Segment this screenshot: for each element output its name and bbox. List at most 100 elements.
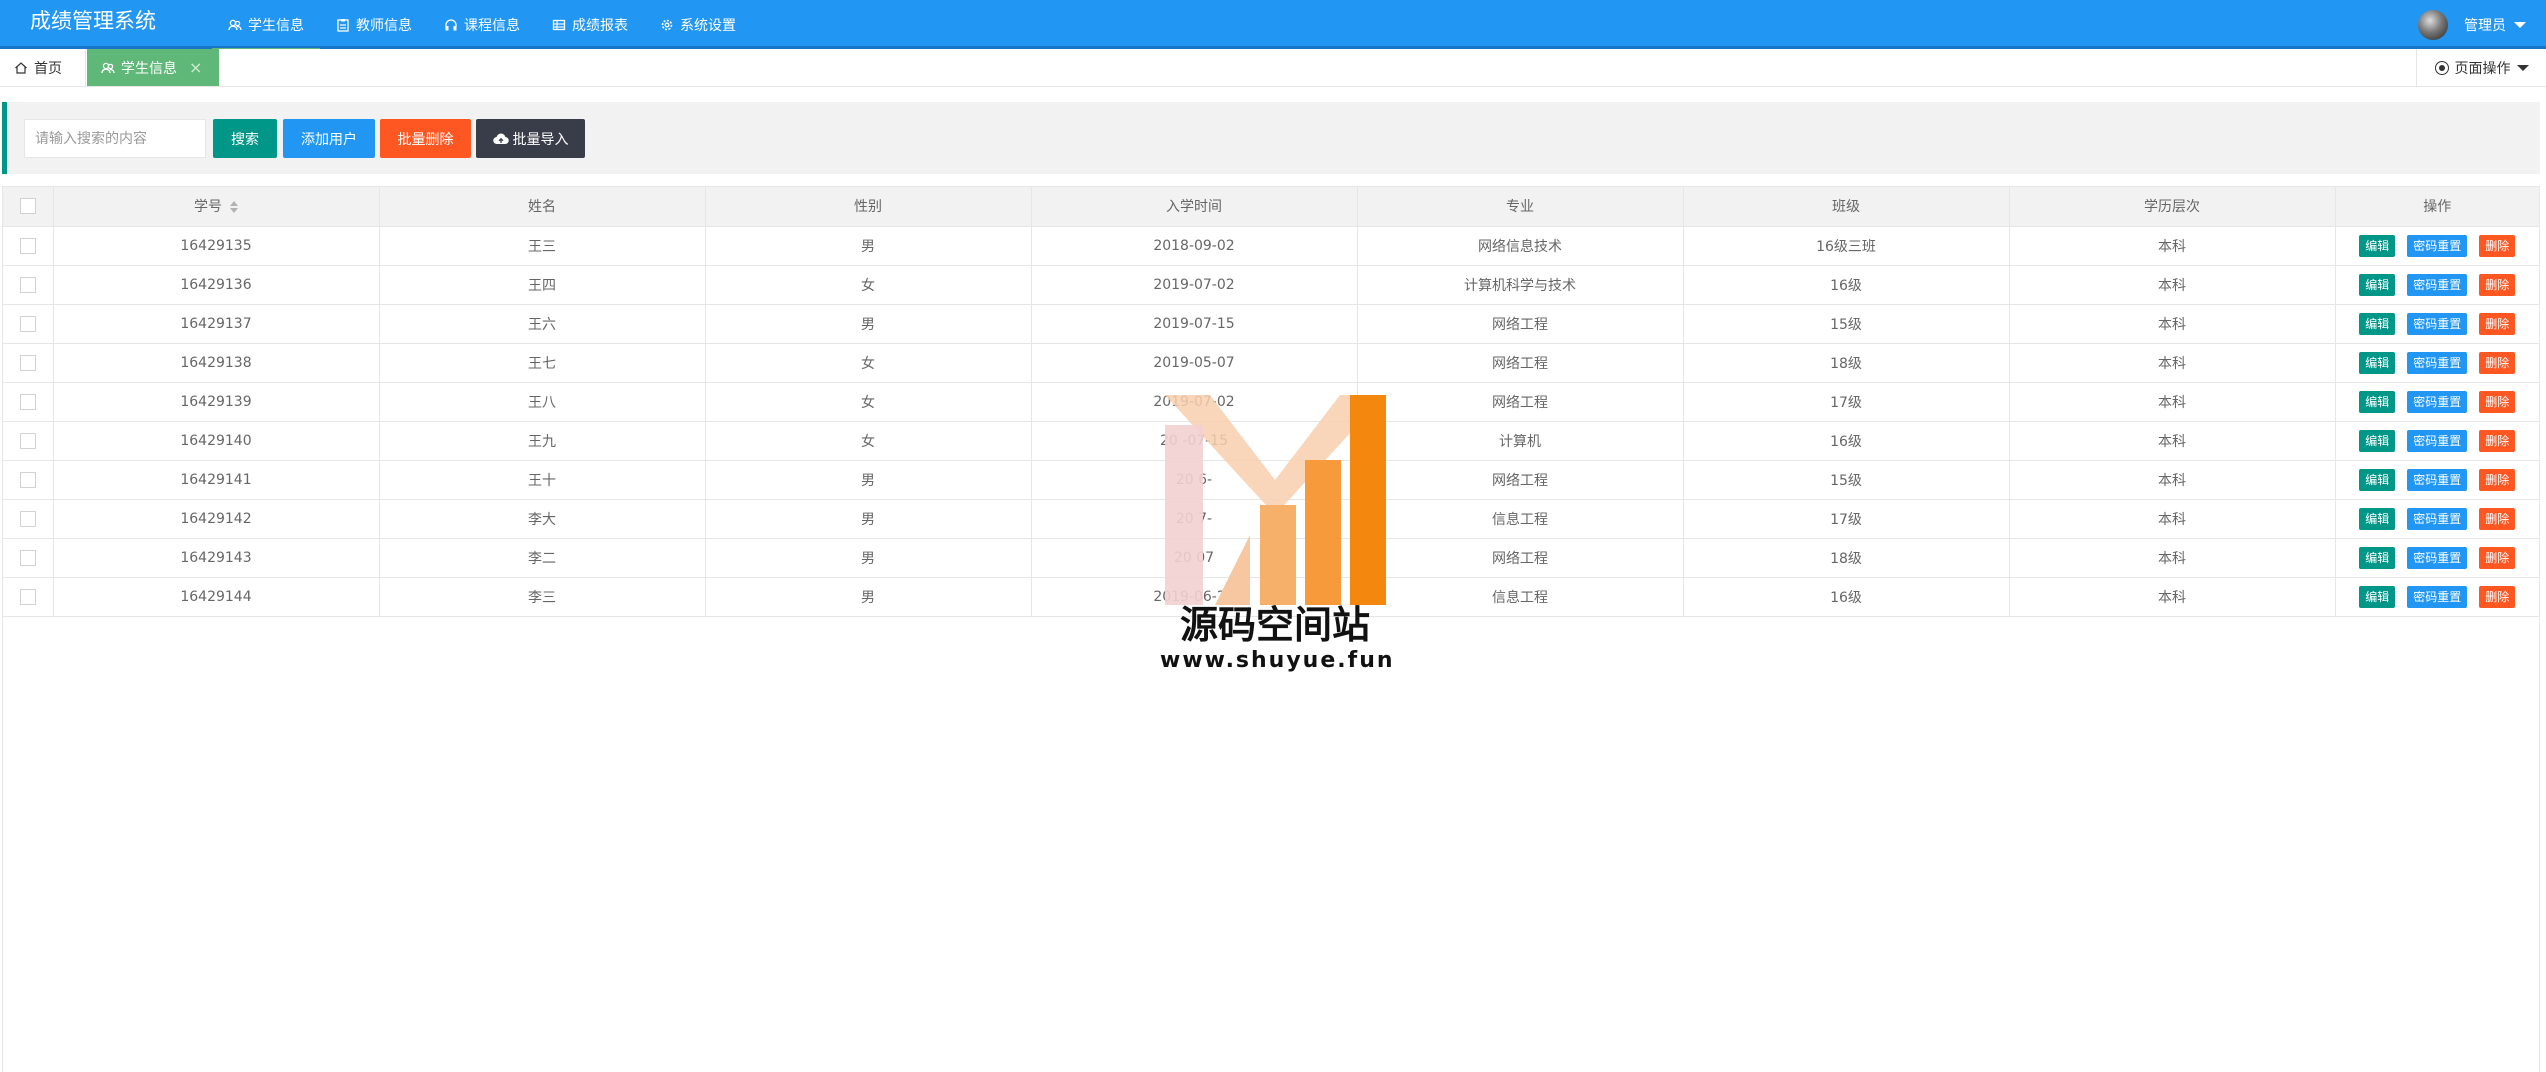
cell-class: 18级 (1683, 538, 2010, 578)
delete-button[interactable]: 删除 (2479, 273, 2516, 296)
cell-gender: 女 (705, 382, 1032, 422)
nav-item-courses[interactable]: 课程信息 (428, 0, 536, 49)
delete-button[interactable]: 删除 (2479, 507, 2516, 530)
cell-name: 王六 (379, 304, 706, 344)
row-checkbox[interactable] (19, 354, 36, 371)
row-checkbox[interactable] (19, 315, 36, 332)
sort-icon[interactable] (230, 201, 238, 214)
cell-class: 18级 (1683, 343, 2010, 383)
cell-date: 2019-05-07 (1031, 343, 1358, 383)
reset-password-button[interactable]: 密码重置 (2407, 585, 2468, 608)
cell-gender: 男 (705, 226, 1032, 266)
reset-password-button[interactable]: 密码重置 (2407, 312, 2468, 335)
edit-button[interactable]: 编辑 (2359, 468, 2396, 491)
row-checkbox[interactable] (19, 510, 36, 527)
reset-password-button[interactable]: 密码重置 (2407, 468, 2468, 491)
nav-item-reports[interactable]: 成绩报表 (536, 0, 644, 49)
add-user-button[interactable]: 添加用户 (283, 119, 375, 158)
nav-item-students[interactable]: 学生信息 (212, 0, 320, 52)
cell-major: 网络工程 (1357, 343, 1684, 383)
row-select-cell (3, 226, 54, 266)
edit-button[interactable]: 编辑 (2359, 585, 2396, 608)
delete-button[interactable]: 删除 (2479, 390, 2516, 413)
delete-button[interactable]: 删除 (2479, 234, 2516, 257)
row-actions-cell: 编辑 密码重置 删除 (2335, 499, 2539, 539)
edit-button[interactable]: 编辑 (2359, 273, 2396, 296)
reset-password-button[interactable]: 密码重置 (2407, 546, 2468, 569)
delete-button[interactable]: 删除 (2479, 429, 2516, 452)
watermark-url: www.shuyue.fun (1160, 648, 1395, 673)
reset-password-button[interactable]: 密码重置 (2407, 429, 2468, 452)
reset-password-button[interactable]: 密码重置 (2407, 507, 2468, 530)
tab-label: 首页 (34, 60, 62, 77)
cell-major: 网络工程 (1357, 538, 1684, 578)
reset-password-button[interactable]: 密码重置 (2407, 273, 2468, 296)
table-row: 16429138 王七女 2019-05-07 网络工程 18级 本科 编辑 密码重置 删除 (3, 343, 2539, 383)
clipboard-icon (336, 18, 350, 32)
nav-item-settings[interactable]: 系统设置 (644, 0, 752, 49)
delete-button[interactable]: 删除 (2479, 351, 2516, 374)
cell-name: 李二 (379, 538, 706, 578)
column-header-id[interactable]: 学号 (53, 187, 380, 227)
select-all-checkbox[interactable] (19, 198, 36, 215)
cell-class: 16级 (1683, 265, 2010, 305)
cell-class: 16级三班 (1683, 226, 2010, 266)
reset-password-button[interactable]: 密码重置 (2407, 234, 2468, 257)
edit-button[interactable]: 编辑 (2359, 546, 2396, 569)
avatar[interactable] (2418, 9, 2448, 40)
user-name[interactable]: 管理员 (2464, 15, 2506, 35)
cell-class: 16级 (1683, 577, 2010, 617)
cell-gender: 女 (705, 265, 1032, 305)
search-button[interactable]: 搜索 (213, 119, 277, 158)
row-checkbox[interactable] (19, 549, 36, 566)
edit-button[interactable]: 编辑 (2359, 234, 2396, 257)
delete-button[interactable]: 删除 (2479, 312, 2516, 335)
users-icon (228, 18, 242, 32)
user-menu[interactable]: 管理员 (2418, 0, 2526, 49)
cell-date: 2018-09-02 (1031, 226, 1358, 266)
cell-id: 16429143 (53, 538, 380, 578)
row-select-cell (3, 577, 54, 617)
edit-button[interactable]: 编辑 (2359, 390, 2396, 413)
close-icon[interactable]: × (189, 58, 202, 77)
column-header-gender: 性别 (705, 187, 1032, 227)
tab-students[interactable]: 学生信息 × (87, 49, 219, 86)
row-checkbox[interactable] (19, 471, 36, 488)
row-checkbox[interactable] (19, 588, 36, 605)
edit-button[interactable]: 编辑 (2359, 312, 2396, 335)
tab-home[interactable]: 首页 (0, 49, 86, 86)
nav-label: 系统设置 (680, 17, 736, 34)
row-checkbox[interactable] (19, 276, 36, 293)
cell-major: 网络工程 (1357, 460, 1684, 500)
delete-button[interactable]: 删除 (2479, 546, 2516, 569)
bulk-delete-button[interactable]: 批量删除 (380, 119, 471, 158)
cell-major: 网络工程 (1357, 382, 1684, 422)
cell-id: 16429142 (53, 499, 380, 539)
delete-button[interactable]: 删除 (2479, 585, 2516, 608)
row-checkbox[interactable] (19, 393, 36, 410)
row-select-cell (3, 421, 54, 461)
row-actions-cell: 编辑 密码重置 删除 (2335, 538, 2539, 578)
nav-label: 课程信息 (464, 17, 520, 34)
cell-name: 王七 (379, 343, 706, 383)
edit-button[interactable]: 编辑 (2359, 507, 2396, 530)
cell-level: 本科 (2009, 577, 2336, 617)
reset-password-button[interactable]: 密码重置 (2407, 390, 2468, 413)
row-checkbox[interactable] (19, 432, 36, 449)
delete-button[interactable]: 删除 (2479, 468, 2516, 491)
edit-button[interactable]: 编辑 (2359, 351, 2396, 374)
cell-id: 16429141 (53, 460, 380, 500)
cell-class: 17级 (1683, 499, 2010, 539)
page-operations-button[interactable]: 页面操作 (2416, 49, 2546, 86)
column-label: 学号 (194, 199, 222, 216)
search-input[interactable] (24, 119, 206, 158)
reset-password-button[interactable]: 密码重置 (2407, 351, 2468, 374)
row-select-cell (3, 499, 54, 539)
row-checkbox[interactable] (19, 237, 36, 254)
top-header: 成绩管理系统 学生信息 教师信息 课程信息 成绩报表 系统设置 管理员 (0, 0, 2546, 52)
nav-item-teachers[interactable]: 教师信息 (320, 0, 428, 49)
edit-button[interactable]: 编辑 (2359, 429, 2396, 452)
nav-label: 学生信息 (248, 17, 304, 34)
cell-major: 信息工程 (1357, 499, 1684, 539)
bulk-import-button[interactable]: 批量导入 (476, 119, 585, 158)
